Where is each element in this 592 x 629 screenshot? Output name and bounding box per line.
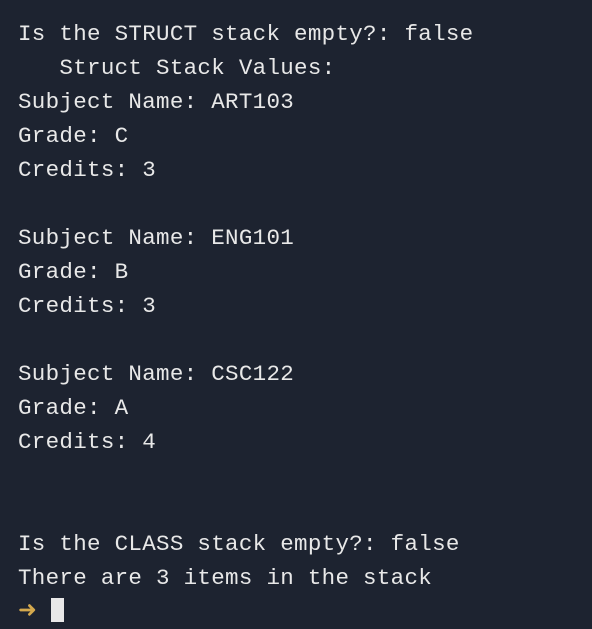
- terminal-cursor: [51, 598, 64, 622]
- grade-value: C: [115, 123, 129, 149]
- subject-label: Subject Name:: [18, 225, 211, 251]
- entry1-credits: Credits: 3: [18, 154, 592, 188]
- struct-empty-value: false: [404, 21, 473, 47]
- grade-label: Grade:: [18, 395, 115, 421]
- entry2-grade: Grade: B: [18, 256, 592, 290]
- prompt-line[interactable]: ➜: [18, 595, 592, 629]
- entry2-subject: Subject Name: ENG101: [18, 222, 592, 256]
- credits-label: Credits:: [18, 429, 142, 455]
- entry3-grade: Grade: A: [18, 392, 592, 426]
- grade-label: Grade:: [18, 123, 115, 149]
- entry2-credits: Credits: 3: [18, 290, 592, 324]
- grade-label: Grade:: [18, 259, 115, 285]
- subject-label: Subject Name:: [18, 89, 211, 115]
- subject-value: ENG101: [211, 225, 294, 251]
- blank-line-1: [18, 188, 592, 222]
- subject-label: Subject Name:: [18, 361, 211, 387]
- entry1-subject: Subject Name: ART103: [18, 86, 592, 120]
- grade-value: A: [115, 395, 129, 421]
- subject-value: ART103: [211, 89, 294, 115]
- class-empty-value: false: [391, 531, 460, 557]
- blank-line-4: [18, 494, 592, 528]
- credits-value: 3: [142, 293, 156, 319]
- entry1-grade: Grade: C: [18, 120, 592, 154]
- credits-label: Credits:: [18, 293, 142, 319]
- credits-value: 4: [142, 429, 156, 455]
- class-count-line: There are 3 items in the stack: [18, 562, 592, 596]
- entry3-credits: Credits: 4: [18, 426, 592, 460]
- prompt-arrow-icon: ➜: [18, 598, 37, 624]
- struct-empty-label: Is the STRUCT stack empty?:: [18, 21, 404, 47]
- grade-value: B: [115, 259, 129, 285]
- blank-line-3: [18, 460, 592, 494]
- credits-value: 3: [142, 157, 156, 183]
- class-empty-line: Is the CLASS stack empty?: false: [18, 528, 592, 562]
- blank-line-2: [18, 324, 592, 358]
- struct-header: Struct Stack Values:: [18, 52, 592, 86]
- subject-value: CSC122: [211, 361, 294, 387]
- class-empty-label: Is the CLASS stack empty?:: [18, 531, 391, 557]
- struct-empty-line: Is the STRUCT stack empty?: false: [18, 18, 592, 52]
- entry3-subject: Subject Name: CSC122: [18, 358, 592, 392]
- credits-label: Credits:: [18, 157, 142, 183]
